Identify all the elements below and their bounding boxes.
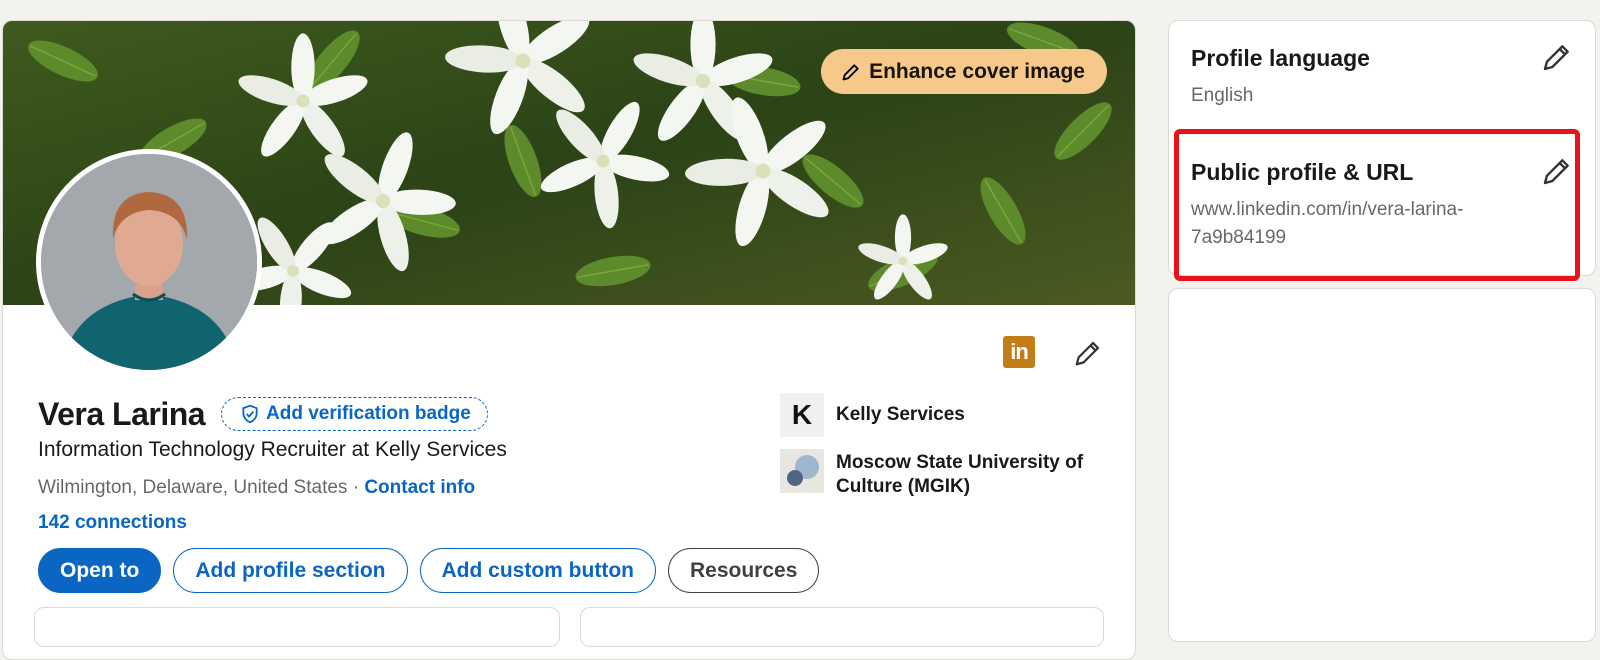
profile-name: Vera Larina xyxy=(38,396,206,432)
org-current-company[interactable]: K Kelly Services xyxy=(780,393,1106,437)
pencil-icon[interactable] xyxy=(1541,41,1573,73)
highlight-box xyxy=(1174,129,1580,281)
org-name-school: Moscow State University of Culture (MGIK… xyxy=(836,452,1084,497)
kelly-services-logo: K xyxy=(780,393,824,437)
sidebar-ad-card xyxy=(1168,288,1596,642)
enhance-cover-button[interactable]: Enhance cover image xyxy=(821,49,1107,94)
add-verification-badge-button[interactable]: Add verification badge xyxy=(221,397,488,431)
profile-headline: Information Technology Recruiter at Kell… xyxy=(38,438,507,461)
enhance-cover-label: Enhance cover image xyxy=(869,59,1085,83)
org-name-company: Kelly Services xyxy=(836,404,965,425)
avatar[interactable] xyxy=(36,149,262,375)
pencil-icon xyxy=(842,63,859,80)
add-custom-button[interactable]: Add custom button xyxy=(419,548,656,593)
university-logo xyxy=(780,449,824,493)
profile-intro-card: Enhance cover image in Vera Larina Add v… xyxy=(2,20,1136,660)
profile-language-value: English xyxy=(1191,85,1254,106)
location-line: Wilmington, Delaware, United States · Co… xyxy=(38,477,475,499)
contact-info-link[interactable]: Contact info xyxy=(364,477,475,498)
profile-language-title: Profile language xyxy=(1191,45,1370,71)
add-profile-section-button[interactable]: Add profile section xyxy=(173,548,408,593)
profile-language-section: Profile language English xyxy=(1191,45,1573,110)
analytics-card xyxy=(34,607,560,647)
linkedin-logo-badge: in xyxy=(1003,336,1035,368)
pencil-icon xyxy=(1075,341,1100,366)
edit-intro-button[interactable] xyxy=(1071,336,1105,370)
verification-label: Add verification badge xyxy=(266,403,471,424)
separator: · xyxy=(347,477,365,498)
connections-link[interactable]: 142 connections xyxy=(38,512,187,534)
shield-check-icon xyxy=(242,404,258,424)
location-text: Wilmington, Delaware, United States xyxy=(38,477,348,498)
profile-action-buttons: Open to Add profile section Add custom b… xyxy=(38,548,820,593)
org-education[interactable]: Moscow State University of Culture (MGIK… xyxy=(780,449,1106,499)
resources-button[interactable]: Resources xyxy=(667,548,820,593)
profile-photo xyxy=(41,154,257,370)
open-to-card xyxy=(580,607,1104,647)
open-to-button[interactable]: Open to xyxy=(38,548,162,593)
